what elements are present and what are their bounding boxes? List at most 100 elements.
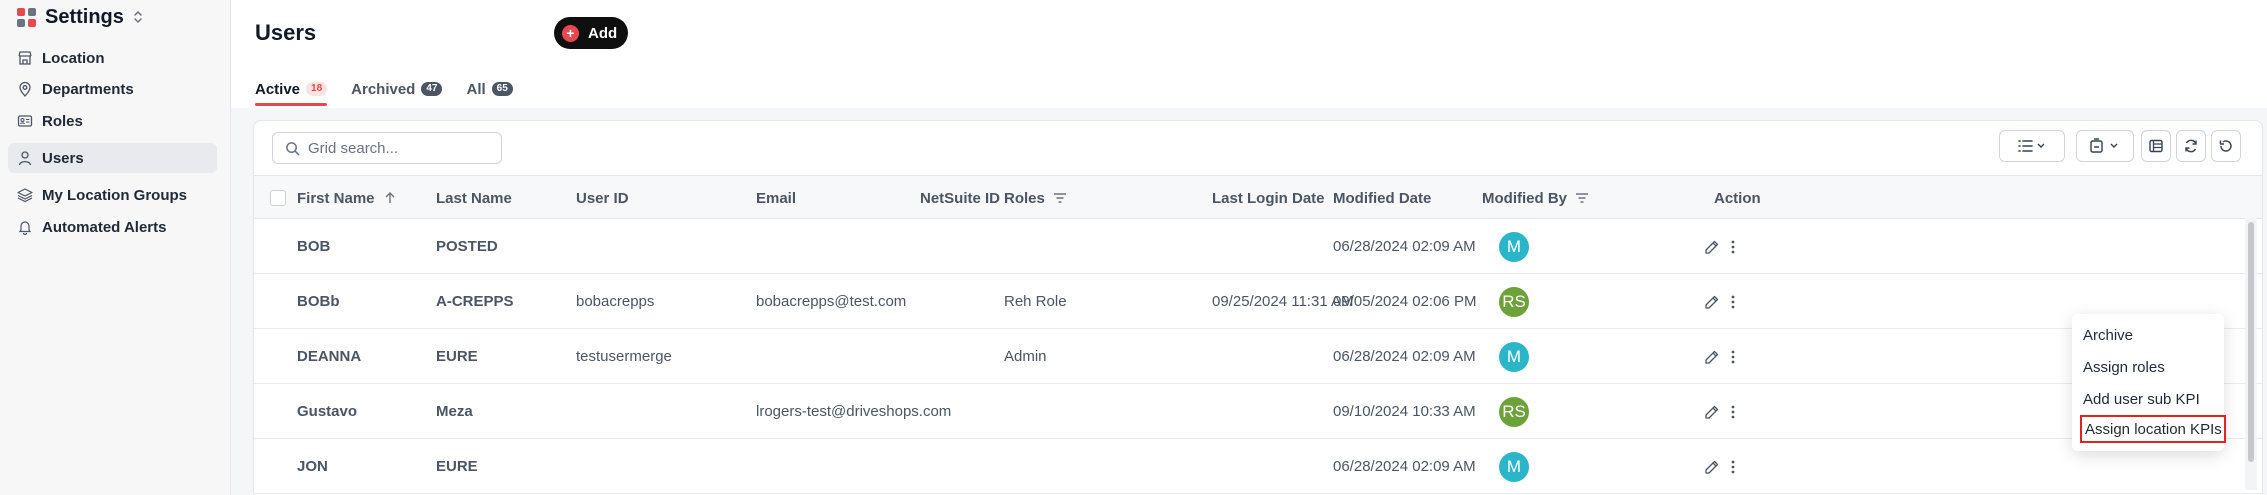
column-modified-date[interactable]: Modified Date xyxy=(1333,176,1431,220)
cell-last-name: EURE xyxy=(436,348,478,365)
column-label: Modified By xyxy=(1482,189,1567,207)
cell-last-name: A-CREPPS xyxy=(436,293,514,310)
app-grid-icon xyxy=(17,7,36,27)
column-label: Action xyxy=(1714,189,1761,207)
column-last-login-date[interactable]: Last Login Date xyxy=(1212,176,1325,220)
plus-icon: + xyxy=(562,24,579,42)
edit-icon[interactable] xyxy=(1704,459,1720,475)
tab-all[interactable]: All 65 xyxy=(466,74,513,104)
cell-first-name: BOB xyxy=(297,238,331,255)
table-header: First Name Last Name User ID Email NetSu… xyxy=(254,175,2262,220)
more-vertical-icon[interactable] xyxy=(1730,459,1736,475)
cell-first-name: DEANNA xyxy=(297,348,362,365)
table-row[interactable]: Gustavo Meza lrogers-test@driveshops.com 09… xyxy=(254,384,2262,439)
tab-archived[interactable]: Archived 47 xyxy=(351,74,443,104)
column-roles[interactable]: Roles xyxy=(1004,176,1067,220)
cell-modified-date: 06/28/2024 02:09 AM xyxy=(1333,348,1476,365)
scrollbar-thumb[interactable] xyxy=(2248,222,2254,462)
avatar[interactable]: M xyxy=(1499,231,1529,262)
menu-item-archive[interactable]: Archive xyxy=(2072,321,2224,349)
table-row[interactable]: DEANNA EURE testusermerge Admin 06/28/2024 0… xyxy=(254,329,2262,384)
user-icon xyxy=(17,150,33,166)
menu-item-assign-roles[interactable]: Assign roles xyxy=(2072,353,2224,381)
more-vertical-icon[interactable] xyxy=(1730,404,1736,420)
column-modified-by[interactable]: Modified By xyxy=(1482,176,1589,220)
table-row[interactable]: JON EURE 06/28/2024 02:09 AM M xyxy=(254,439,2262,494)
refresh-button[interactable] xyxy=(2176,130,2206,162)
sort-ascending-icon[interactable] xyxy=(383,191,397,205)
bell-icon xyxy=(17,219,33,235)
cell-email: lrogers-test@driveshops.com xyxy=(756,403,952,420)
columns-icon xyxy=(2149,139,2163,153)
sidebar-item-location[interactable]: Location xyxy=(8,43,217,73)
table-row[interactable]: BOBb A-CREPPS bobacrepps bobacrepps@test.co… xyxy=(254,274,2262,329)
sidebar-item-roles[interactable]: Roles xyxy=(8,106,217,136)
count-badge: 18 xyxy=(306,82,328,96)
column-email[interactable]: Email xyxy=(756,176,796,220)
sidebar-item-label: Users xyxy=(42,149,84,167)
sidebar-item-label: Location xyxy=(42,49,105,67)
column-user-id[interactable]: User ID xyxy=(576,176,629,220)
settings-switcher[interactable]: Settings xyxy=(17,6,144,28)
sidebar-title: Settings xyxy=(45,5,124,28)
select-all-checkbox[interactable] xyxy=(270,190,286,206)
sidebar: Settings Location Departments Roles User… xyxy=(0,0,231,495)
list-icon xyxy=(2018,140,2045,152)
tab-label: Active xyxy=(255,80,301,98)
users-table: First Name Last Name User ID Email NetSu… xyxy=(254,175,2262,494)
filter-icon[interactable] xyxy=(1053,192,1067,204)
export-icon xyxy=(2090,138,2118,153)
add-button-label: Add xyxy=(588,24,618,42)
edit-icon[interactable] xyxy=(1704,349,1720,365)
count-badge: 47 xyxy=(421,82,443,96)
edit-icon[interactable] xyxy=(1704,239,1720,255)
cell-first-name: Gustavo xyxy=(297,403,358,420)
table-row[interactable]: BOB POSTED 06/28/2024 02:09 AM M xyxy=(254,219,2262,274)
grid-scrollbar[interactable] xyxy=(2245,218,2257,490)
cell-last-name: Meza xyxy=(436,403,473,420)
avatar[interactable]: M xyxy=(1499,451,1529,482)
view-options-button[interactable] xyxy=(1999,130,2065,162)
edit-icon[interactable] xyxy=(1704,404,1720,420)
cell-roles: Admin xyxy=(1004,348,1047,365)
cell-last-name: EURE xyxy=(436,458,478,475)
columns-button[interactable] xyxy=(2141,130,2171,162)
edit-icon[interactable] xyxy=(1704,294,1720,310)
sidebar-item-users[interactable]: Users xyxy=(8,143,217,173)
column-first-name[interactable]: First Name xyxy=(297,176,397,220)
grid-search[interactable] xyxy=(272,132,502,164)
cell-first-name: JON xyxy=(297,458,328,475)
cell-action xyxy=(1704,329,1764,384)
page-title: Users xyxy=(255,20,317,45)
more-vertical-icon[interactable] xyxy=(1730,349,1736,365)
column-label: Email xyxy=(756,189,797,207)
tab-active[interactable]: Active 18 xyxy=(255,74,328,106)
id-card-icon xyxy=(17,113,33,129)
column-last-name[interactable]: Last Name xyxy=(436,176,512,220)
search-input[interactable] xyxy=(308,139,488,157)
sidebar-item-my-location-groups[interactable]: My Location Groups xyxy=(8,180,217,210)
more-vertical-icon[interactable] xyxy=(1730,294,1736,310)
sidebar-item-departments[interactable]: Departments xyxy=(8,74,217,104)
users-grid: First Name Last Name User ID Email NetSu… xyxy=(253,120,2263,495)
cell-modified-by: RS xyxy=(1499,274,1529,329)
reset-button[interactable] xyxy=(2211,130,2241,162)
sidebar-item-automated-alerts[interactable]: Automated Alerts xyxy=(8,212,217,242)
cell-first-name: BOBb xyxy=(297,293,340,310)
avatar[interactable]: RS xyxy=(1499,286,1529,317)
status-tabs: Active 18 Archived 47 All 65 xyxy=(255,74,537,106)
export-options-button[interactable] xyxy=(2076,130,2134,162)
avatar[interactable]: M xyxy=(1499,341,1529,372)
column-netsuite-id[interactable]: NetSuite ID xyxy=(920,176,1000,220)
search-icon xyxy=(286,141,300,155)
filter-icon[interactable] xyxy=(1575,192,1589,204)
cell-user-id: testusermerge xyxy=(576,348,672,365)
more-vertical-icon[interactable] xyxy=(1730,239,1736,255)
add-user-button[interactable]: + Add xyxy=(554,17,628,49)
cell-email: bobacrepps@test.com xyxy=(756,293,907,310)
menu-item-add-user-sub-kpi[interactable]: Add user sub KPI xyxy=(2072,385,2224,413)
menu-item-assign-location-kpis[interactable]: Assign location KPIs xyxy=(2080,415,2226,443)
cell-modified-by: M xyxy=(1499,329,1529,384)
avatar[interactable]: RS xyxy=(1499,396,1529,427)
column-action: Action xyxy=(1714,176,1761,220)
